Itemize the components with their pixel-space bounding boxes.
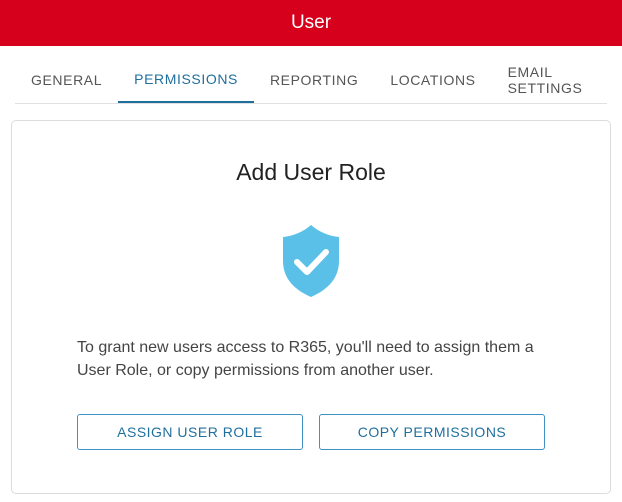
card-title: Add User Role bbox=[236, 159, 386, 185]
tab-general[interactable]: GENERAL bbox=[15, 56, 118, 103]
tab-locations[interactable]: LOCATIONS bbox=[374, 56, 491, 103]
shield-shape bbox=[283, 225, 339, 297]
assign-user-role-button[interactable]: ASSIGN USER ROLE bbox=[77, 414, 303, 450]
card-description: To grant new users access to R365, you'l… bbox=[77, 339, 534, 379]
add-user-role-card: Add User Role To grant new users access … bbox=[11, 120, 611, 494]
tab-bar: GENERAL PERMISSIONS REPORTING LOCATIONS … bbox=[15, 56, 607, 104]
shield-check-icon bbox=[283, 225, 339, 297]
header-bar: User bbox=[0, 0, 622, 46]
tab-reporting[interactable]: REPORTING bbox=[254, 56, 374, 103]
tab-permissions[interactable]: PERMISSIONS bbox=[118, 56, 254, 103]
tab-email-settings[interactable]: EMAIL SETTINGS bbox=[492, 56, 607, 103]
copy-permissions-button[interactable]: COPY PERMISSIONS bbox=[319, 414, 545, 450]
page-title: User bbox=[290, 12, 332, 33]
